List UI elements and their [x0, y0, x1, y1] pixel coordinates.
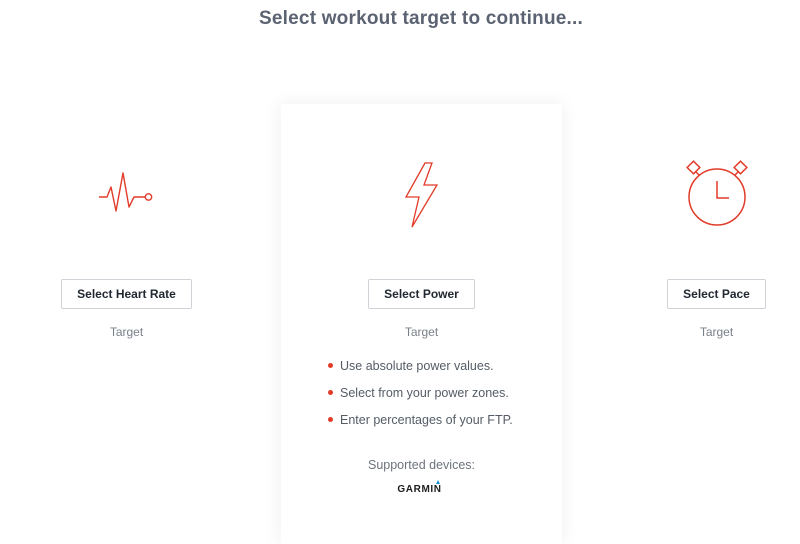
- supported-devices-label: Supported devices:: [367, 458, 475, 472]
- heart-rate-option: Select Heart Rate Target: [0, 150, 267, 339]
- lightning-bolt-icon: [281, 150, 562, 240]
- heart-rate-subtitle: Target: [109, 325, 144, 339]
- heart-rate-icon: [0, 150, 267, 240]
- pace-option: Select Pace Target: [576, 150, 800, 339]
- power-features-list: Use absolute power values. Select from y…: [281, 357, 562, 438]
- bullet-dot-icon: [328, 363, 333, 368]
- select-pace-button[interactable]: Select Pace: [667, 279, 766, 309]
- power-subtitle: Target: [404, 325, 439, 339]
- select-power-button[interactable]: Select Power: [368, 279, 475, 309]
- bullet-dot-icon: [328, 417, 333, 422]
- garmin-triangle-icon: [435, 480, 440, 484]
- list-item: Enter percentages of your FTP.: [328, 411, 562, 438]
- pace-subtitle: Target: [699, 325, 734, 339]
- select-heart-rate-button[interactable]: Select Heart Rate: [61, 279, 192, 309]
- stopwatch-icon: [576, 150, 800, 240]
- power-option: Select Power Target Use absolute power v…: [281, 150, 562, 495]
- garmin-logo: GARMIN: [281, 480, 562, 495]
- page-title: Select workout target to continue...: [259, 8, 583, 29]
- list-item: Use absolute power values.: [328, 357, 562, 384]
- bullet-dot-icon: [328, 390, 333, 395]
- list-item: Select from your power zones.: [328, 384, 562, 411]
